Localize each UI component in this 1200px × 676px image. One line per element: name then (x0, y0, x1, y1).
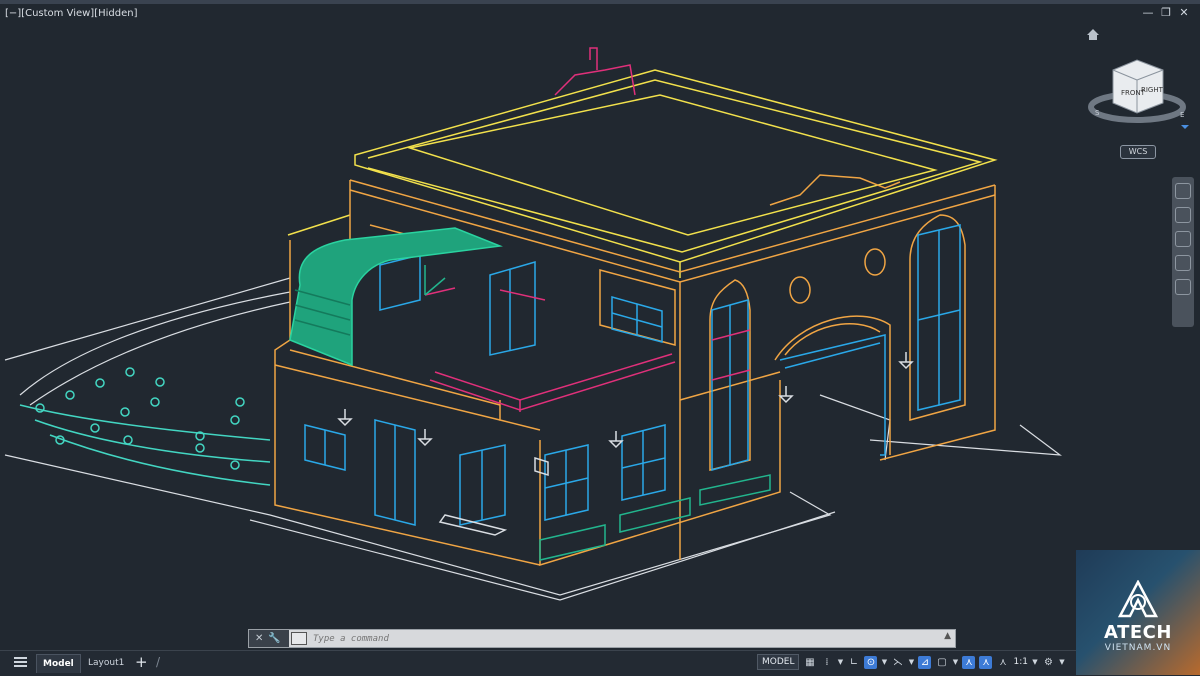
workspace-dropdown-icon[interactable]: ▼ (1059, 656, 1065, 669)
svg-text:E: E (1180, 111, 1184, 119)
ortho-icon[interactable]: ∟ (847, 656, 860, 669)
model-space-button[interactable]: MODEL (757, 654, 800, 670)
zoom-icon[interactable] (1175, 231, 1191, 247)
polar-dropdown-icon[interactable]: ▼ (881, 656, 887, 669)
command-line-controls: ✕ 🔧 (249, 630, 289, 647)
navigation-bar (1172, 177, 1194, 327)
wcs-menu[interactable]: WCS (1120, 145, 1156, 159)
svg-text:RIGHT: RIGHT (1141, 86, 1164, 94)
add-layout-icon[interactable]: + (135, 653, 148, 671)
ucs-icon (424, 265, 456, 296)
scale-dropdown-icon[interactable]: ▼ (1032, 656, 1038, 669)
showmotion-icon[interactable] (1175, 279, 1191, 295)
tab-separator: / (156, 655, 161, 669)
menu-icon[interactable] (14, 657, 27, 668)
wall-lamps (337, 352, 914, 477)
ground-outline (4, 277, 1063, 601)
home-icon (1087, 29, 1099, 40)
snap-icon[interactable]: ⁞ (820, 656, 833, 669)
isodraft-dropdown-icon[interactable]: ▼ (908, 656, 914, 669)
command-line: ✕ 🔧 ▲ (248, 629, 956, 648)
auto-scale-icon[interactable]: ⋏ (979, 655, 993, 669)
annotation-scale-value[interactable]: 1:1 (1013, 657, 1027, 667)
viewcube-menu-icon (1181, 125, 1189, 129)
polar-icon[interactable]: ⊙ (864, 655, 878, 669)
osnap-icon[interactable]: ⊿ (918, 655, 932, 669)
steering-wheel-icon[interactable] (1175, 183, 1191, 199)
status-tools: MODEL ▦ ⁞ ▼ ∟ ⊙ ▼ ⋋ ▼ ⊿ ▢ ▼ ⋏ ⋏ ⋏ 1:1 ▼ … (757, 654, 1065, 670)
orbit-icon[interactable] (1175, 255, 1191, 271)
atech-logo-text: ATECH (1104, 622, 1172, 643)
command-input[interactable] (313, 631, 933, 646)
isodraft-icon[interactable]: ⋋ (891, 656, 904, 669)
svg-text:S: S (1095, 109, 1100, 117)
annotation-visibility-icon[interactable]: ⋏ (962, 655, 976, 669)
annotation-scale-icon[interactable]: ⋏ (996, 656, 1009, 669)
tab-model[interactable]: Model (36, 654, 81, 673)
command-history-icon[interactable]: ▲ (944, 631, 951, 641)
atech-logo-mark (1117, 580, 1159, 618)
building-walls (274, 174, 996, 567)
pan-icon[interactable] (1175, 207, 1191, 223)
railings (429, 47, 751, 412)
workspace-gear-icon[interactable]: ⚙ (1042, 656, 1055, 669)
drawing-viewport[interactable]: [−][Custom View][Hidden] — ❐ ✕ FRONT RIG… (0, 0, 1200, 650)
customize-command-icon[interactable]: 🔧 (268, 633, 280, 644)
command-prompt-icon[interactable] (291, 632, 307, 645)
close-command-icon[interactable]: ✕ (255, 633, 263, 644)
status-bar: Model Layout1 + / MODEL ▦ ⁞ ▼ ∟ ⊙ ▼ ⋋ ▼ … (0, 650, 1200, 676)
grid-icon[interactable]: ▦ (803, 656, 816, 669)
object-snap-icon[interactable]: ▢ (935, 656, 948, 669)
viewcube[interactable]: FRONT RIGHT S E (1085, 25, 1195, 145)
atech-logo-subtext: VIETNAM.VN (1104, 643, 1172, 653)
osnap-dropdown-icon[interactable]: ▼ (952, 656, 958, 669)
tab-layout1[interactable]: Layout1 (82, 654, 130, 672)
building-drawing (4, 47, 1063, 601)
atech-logo: ATECH VIETNAM.VN (1076, 550, 1200, 675)
snap-dropdown-icon[interactable]: ▼ (837, 656, 843, 669)
